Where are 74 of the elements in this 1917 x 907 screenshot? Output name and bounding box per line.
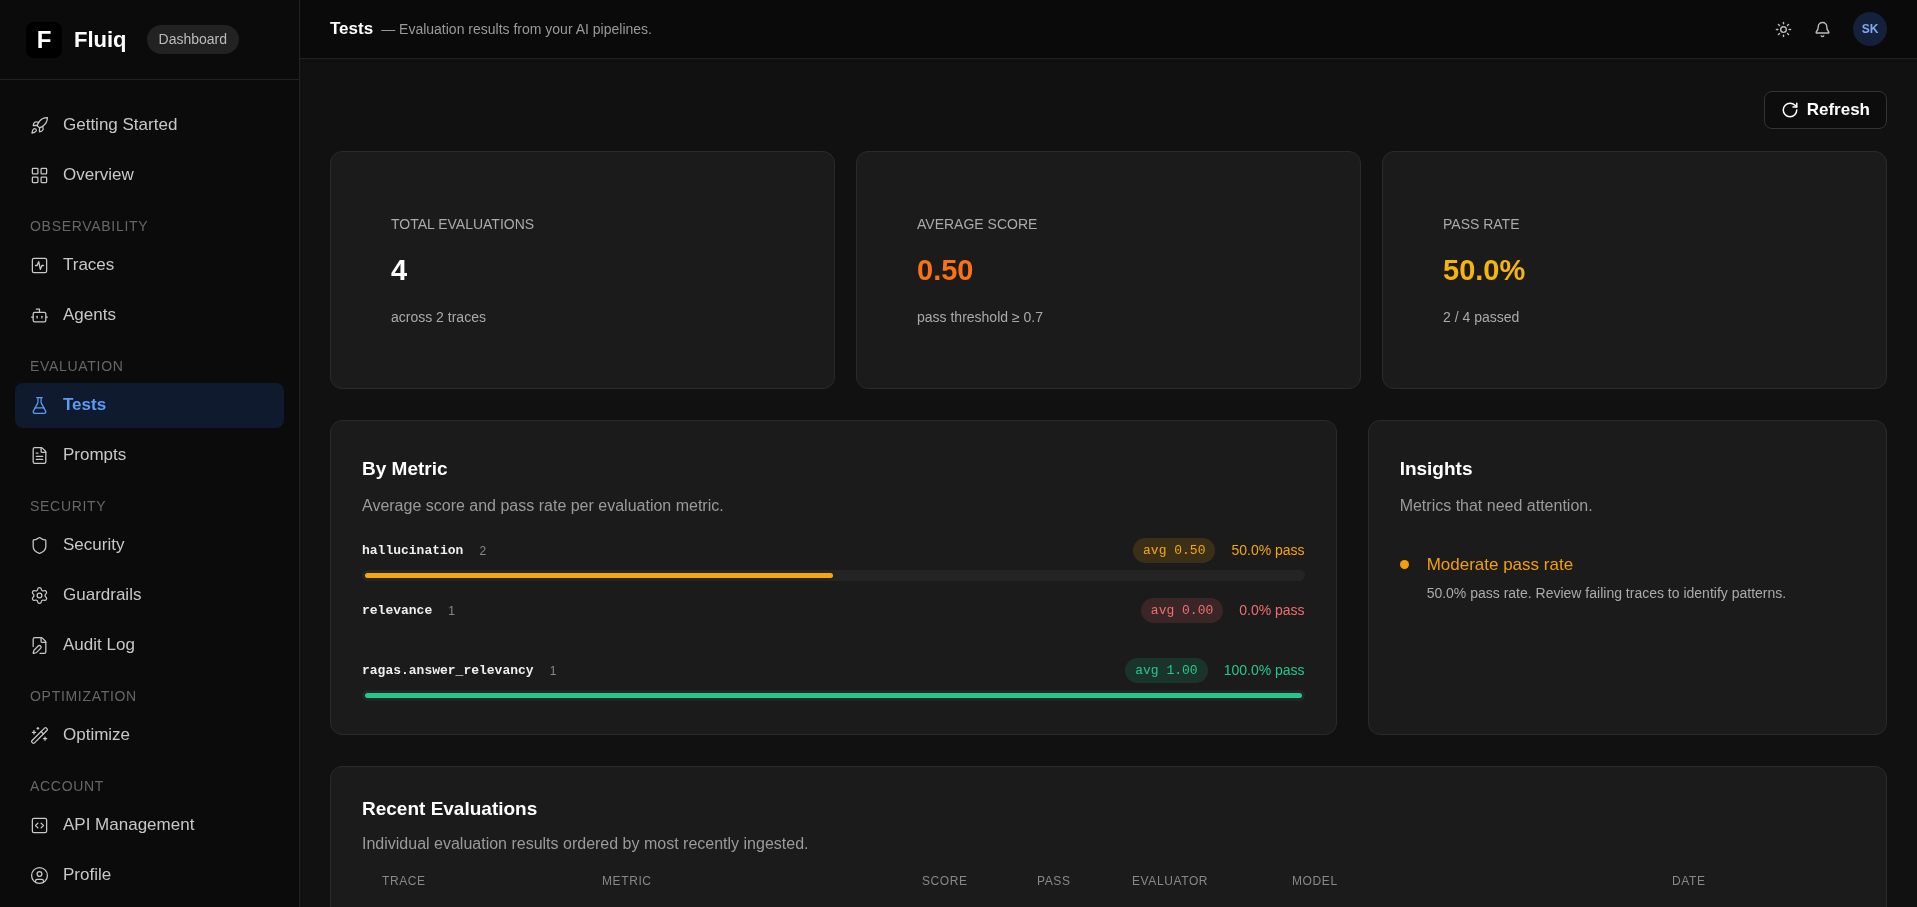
stat-value: 0.50	[917, 253, 975, 288]
column-header: MODEL	[1292, 872, 1339, 890]
nav-item[interactable]: Overview	[15, 152, 284, 198]
document-icon	[30, 445, 49, 465]
insight-title: Moderate pass rate	[1426, 553, 1575, 576]
section-subtitle: Average score and pass rate per evaluation metric.	[362, 495, 725, 516]
page-title: Tests	[330, 18, 374, 41]
nav-item[interactable]: Security	[15, 522, 284, 568]
stat-value: 50.0%	[1443, 253, 1527, 288]
metric-count: 2	[479, 542, 487, 560]
avg-score-badge: avg 1.00	[1125, 657, 1208, 684]
rocket-icon	[30, 115, 49, 135]
avg-score-badge: avg 0.50	[1133, 537, 1216, 564]
nav-item[interactable]: Guardrails	[15, 572, 284, 618]
page-subtitle: — Evaluation results from your AI pipelines.	[381, 19, 652, 39]
magic-wand-icon	[30, 725, 49, 745]
stat-value: 4	[391, 253, 409, 288]
nav-section-label: ACCOUNT	[29, 777, 106, 796]
nav-section-label: EVALUATION	[29, 357, 125, 376]
nav-section-label: SECURITY	[29, 497, 108, 516]
metric-name: relevance	[362, 601, 433, 620]
column-header: EVALUATOR	[1132, 872, 1210, 890]
pass-rate: 100.0% pass	[1223, 661, 1305, 680]
stat-note: across 2 traces	[391, 307, 487, 327]
column-header: TRACE	[382, 872, 427, 890]
metric-count: 1	[448, 602, 455, 620]
section-title: Recent Evaluations	[362, 797, 539, 821]
pass-rate: 0.0% pass	[1239, 601, 1305, 620]
stat-note: pass threshold ≥ 0.7	[917, 307, 1044, 327]
column-header: SCORE	[922, 872, 969, 890]
dashboard-badge: Dashboard	[146, 25, 240, 54]
shield-icon	[30, 535, 49, 555]
nav-item[interactable]: Getting Started	[15, 102, 284, 148]
nav-item[interactable]: Profile	[15, 852, 284, 898]
nav-section-label: OBSERVABILITY	[29, 217, 150, 236]
api-icon	[30, 815, 49, 835]
avg-score-badge: avg 0.00	[1140, 597, 1224, 624]
metric-name: ragas.answer_relevancy	[362, 661, 534, 680]
user-avatar[interactable]: SK	[1853, 12, 1887, 46]
nav-item[interactable]: Prompts	[15, 432, 284, 478]
line-chart-icon	[30, 255, 49, 275]
theme-toggle-icon[interactable]	[1775, 20, 1792, 38]
pass-rate: 50.0% pass	[1231, 541, 1305, 560]
flask-icon	[30, 395, 49, 415]
stat-label: AVERAGE SCORE	[917, 215, 1039, 234]
section-subtitle: Metrics that need attention.	[1399, 495, 1594, 516]
metric-name: hallucination	[362, 541, 464, 560]
grid-icon	[30, 165, 49, 185]
logo-icon: F	[26, 21, 62, 58]
nav-item[interactable]: Tests	[15, 382, 284, 428]
refresh-icon	[1780, 101, 1799, 119]
stat-label: PASS RATE	[1443, 215, 1521, 234]
section-title: By Metric	[362, 457, 449, 481]
refresh-button[interactable]: Refresh	[1763, 91, 1887, 129]
metric-count: 1	[549, 662, 557, 680]
column-header: PASS	[1037, 872, 1072, 890]
gear-icon	[30, 585, 49, 605]
nav-item[interactable]: API Management	[15, 802, 284, 848]
section-title: Insights	[1399, 457, 1474, 481]
nav-item[interactable]: Agents	[15, 292, 284, 338]
stat-note: 2 / 4 passed	[1443, 307, 1521, 327]
insight-text: 50.0% pass rate. Review failing traces to identify patterns.	[1426, 584, 1787, 603]
notifications-icon[interactable]	[1814, 20, 1831, 38]
nav-item[interactable]: Traces	[15, 242, 284, 288]
stat-label: TOTAL EVALUATIONS	[391, 215, 536, 234]
nav-section-label: OPTIMIZATION	[29, 687, 138, 706]
column-header: METRIC	[602, 872, 653, 890]
brand-name: Fluiq	[74, 26, 127, 54]
column-header: DATE	[1672, 872, 1707, 890]
section-subtitle: Individual evaluation results ordered by most recently ingested.	[362, 833, 810, 854]
nav-item[interactable]: Optimize	[15, 712, 284, 758]
nav-item[interactable]: Audit Log	[15, 622, 284, 668]
user-icon	[30, 865, 49, 885]
file-pen-icon	[30, 635, 49, 655]
